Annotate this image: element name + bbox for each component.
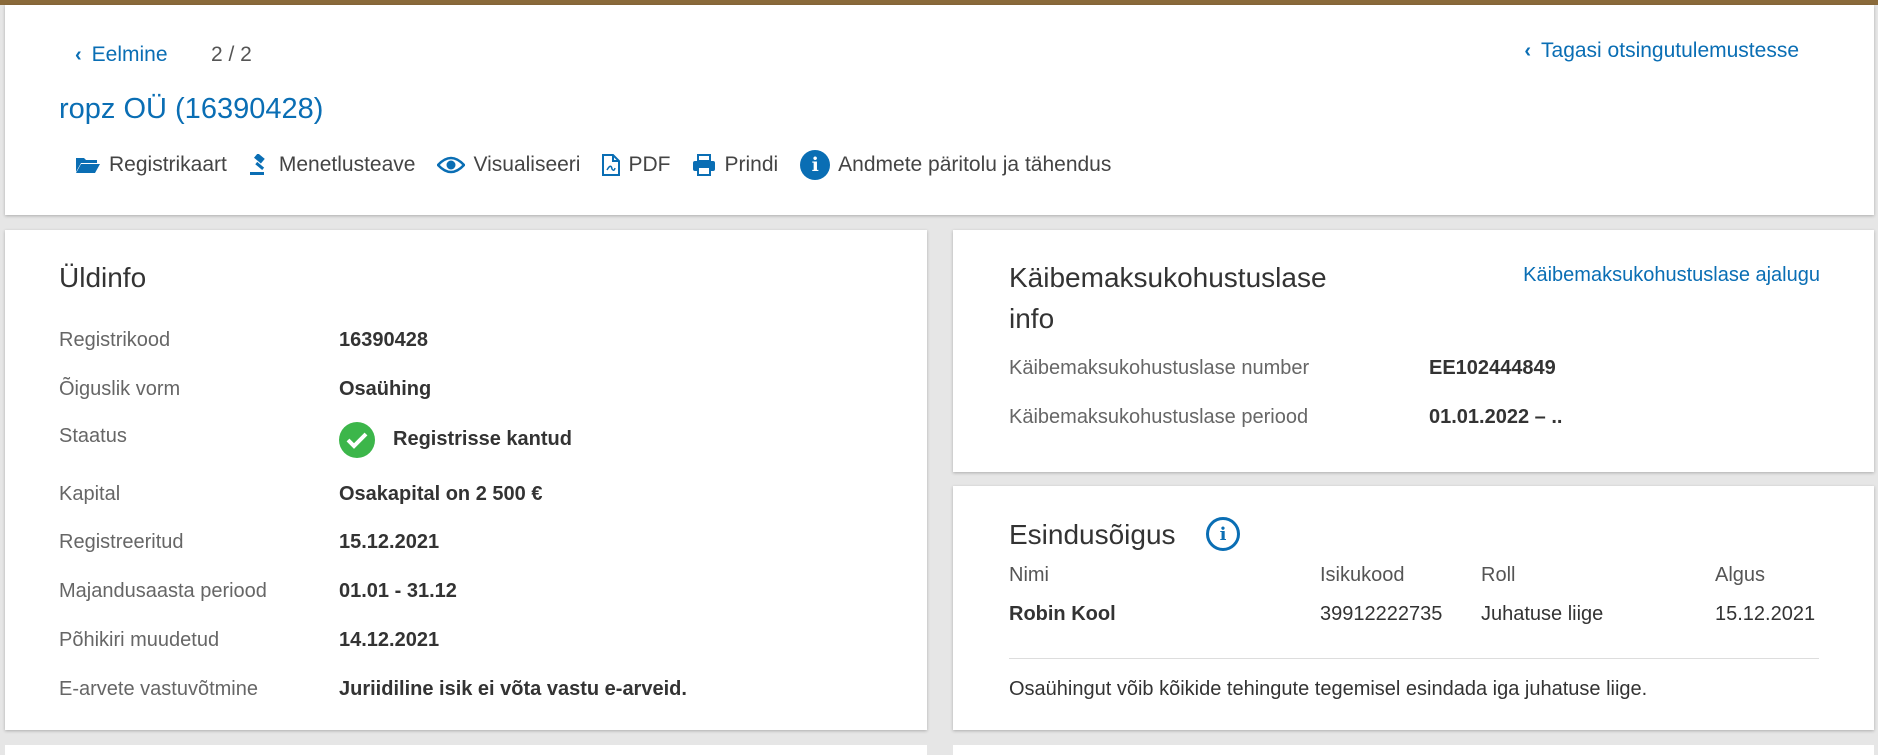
- menetlusteave-label: Menetlusteave: [278, 153, 416, 176]
- oiguslik-vorm-label: Õiguslik vorm: [59, 378, 181, 400]
- oiguslik-vorm-value: Osaühing: [339, 378, 432, 400]
- visualiseeri-label: Visualiseeri: [473, 153, 581, 176]
- prindi-label: Prindi: [724, 153, 779, 176]
- vat-period-label: Käibemaksukohustuslase periood: [1009, 406, 1309, 428]
- e-arved-value: Juriidiline isik ei võta vastu e-arveid.: [339, 678, 687, 700]
- folder-open-icon: [76, 158, 100, 173]
- kapital-value: Osakapital on 2 500 €: [339, 483, 543, 505]
- divider: [1009, 658, 1819, 659]
- column-header-isikukood: Isikukood: [1320, 564, 1405, 586]
- pohikiri-label: Põhikiri muudetud: [59, 629, 220, 651]
- prindi-button[interactable]: Prindi: [692, 153, 778, 177]
- majandusaasta-label: Majandusaasta periood: [59, 580, 267, 602]
- vat-title-line2: info: [1009, 303, 1055, 334]
- pohikiri-value: 14.12.2021: [339, 629, 440, 651]
- chevron-left-icon: ‹: [75, 43, 82, 66]
- column-header-roll: Roll: [1481, 564, 1516, 586]
- vat-title-line1: Käibemaksukohustuslase: [1009, 262, 1327, 293]
- kapital-label: Kapital: [59, 483, 121, 505]
- vat-info-card: Käibemaksukohustuslase info Käibemaksuko…: [953, 230, 1874, 472]
- previous-link[interactable]: ‹ Eelmine: [75, 43, 168, 67]
- info-icon: i: [800, 150, 831, 180]
- andmete-paritolu-label: Andmete päritolu ja tähendus: [838, 153, 1112, 176]
- gavel-icon: [249, 154, 265, 175]
- general-info-card: Üldinfo Registrikood 16390428 Õiguslik v…: [5, 230, 927, 730]
- check-circle-icon: [339, 422, 375, 458]
- registrikood-value: 16390428: [339, 329, 428, 351]
- vat-period-value: 01.01.2022 – ..: [1429, 406, 1563, 428]
- header-card: ‹ Eelmine 2 / 2 ‹ Tagasi otsingutulemust…: [5, 5, 1874, 215]
- visualiseeri-button[interactable]: Visualiseeri: [437, 153, 580, 177]
- column-header-nimi: Nimi: [1009, 564, 1049, 586]
- company-title: ropz OÜ (16390428): [59, 93, 324, 125]
- column-header-algus: Algus: [1715, 564, 1766, 586]
- rep-row-role: Juhatuse liige: [1481, 603, 1604, 625]
- pdf-icon: [602, 154, 621, 176]
- back-link-label: Tagasi otsingutulemustesse: [1541, 39, 1799, 62]
- staatus-value: Registrisse kantud: [393, 428, 572, 450]
- pager-counter: 2 / 2: [211, 43, 252, 66]
- registrikaart-button[interactable]: Registrikaart: [75, 153, 227, 177]
- pdf-label: PDF: [628, 153, 671, 176]
- representation-note: Osaühingut võib kõikide tehingute tegemi…: [1009, 678, 1648, 700]
- chevron-left-icon: ‹: [1524, 39, 1532, 62]
- vat-info-title: Käibemaksukohustuslase info: [1009, 257, 1327, 339]
- staatus-label: Staatus: [59, 425, 127, 447]
- rep-row-start: 15.12.2021: [1715, 603, 1816, 625]
- vat-number-label: Käibemaksukohustuslase number: [1009, 357, 1310, 379]
- rep-row-code: 39912222735: [1320, 603, 1443, 625]
- representation-title: Esindusõigus: [1009, 519, 1176, 550]
- back-to-results-link[interactable]: ‹ Tagasi otsingutulemustesse: [1524, 39, 1799, 63]
- registreeritud-value: 15.12.2021: [339, 531, 440, 553]
- pdf-button[interactable]: PDF: [602, 153, 670, 177]
- registreeritud-label: Registreeritud: [59, 531, 184, 553]
- next-card-peek-left: [5, 745, 927, 755]
- registrikood-label: Registrikood: [59, 329, 171, 351]
- rep-row-name: Robin Kool: [1009, 603, 1116, 625]
- action-toolbar: Registrikaart Menetlusteave Visualiseeri: [75, 150, 1133, 180]
- next-card-peek-right: [953, 745, 1874, 755]
- vat-number-value: EE102444849: [1429, 357, 1556, 379]
- eye-icon: [437, 156, 466, 174]
- representation-card: Esindusõigus i Nimi Isikukood Roll Algus…: [953, 486, 1874, 730]
- andmete-paritolu-button[interactable]: i Andmete päritolu ja tähendus: [800, 150, 1111, 180]
- registrikaart-label: Registrikaart: [109, 153, 227, 176]
- print-icon: [693, 154, 716, 176]
- vat-history-link[interactable]: Käibemaksukohustuslase ajalugu: [1523, 264, 1820, 287]
- menetlusteave-button[interactable]: Menetlusteave: [249, 153, 416, 177]
- e-arved-label: E-arvete vastuvõtmine: [59, 678, 258, 700]
- majandusaasta-value: 01.01 - 31.12: [339, 580, 457, 602]
- previous-link-label: Eelmine: [91, 43, 168, 66]
- general-info-title: Üldinfo: [59, 262, 147, 293]
- info-icon[interactable]: i: [1206, 517, 1240, 551]
